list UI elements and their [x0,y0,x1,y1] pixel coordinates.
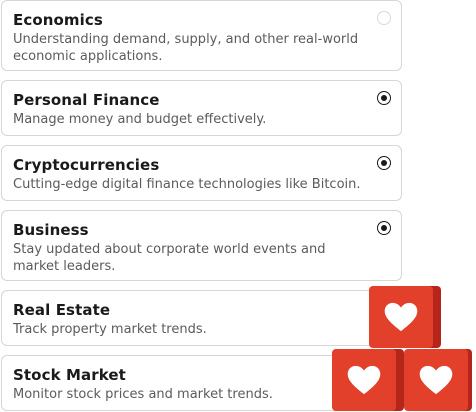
option-description: Track property market trends. [13,322,207,337]
option-radio[interactable] [377,11,391,25]
option-card-cryptocurrencies[interactable]: Cryptocurrencies Cutting-edge digital fi… [1,145,402,201]
option-radio[interactable] [377,221,391,235]
option-title: Real Estate [13,301,111,319]
option-radio[interactable] [377,91,391,105]
heart-badge [332,349,404,411]
heart-icon [384,302,418,332]
option-title: Economics [13,11,103,29]
option-radio[interactable] [377,156,391,170]
option-title: Business [13,221,89,239]
option-card-personal-finance[interactable]: Personal Finance Manage money and budget… [1,80,402,136]
option-description: Monitor stock prices and market trends. [13,387,273,402]
option-title: Cryptocurrencies [13,156,160,174]
option-description: Understanding demand, supply, and other … [13,32,359,64]
option-title: Personal Finance [13,91,160,109]
option-description: Stay updated about corporate world event… [13,242,326,274]
heart-badge [404,349,472,411]
option-description: Cutting-edge digital finance technologie… [13,177,361,192]
heart-icon [419,365,453,395]
option-card-real-estate[interactable]: Real Estate Track property market trends… [1,290,402,346]
option-description: Manage money and budget effectively. [13,112,267,127]
heart-icon [347,365,381,395]
heart-badge [369,286,441,348]
option-card-business[interactable]: Business Stay updated about corporate wo… [1,210,402,281]
option-card-economics[interactable]: Economics Understanding demand, supply, … [1,0,402,71]
